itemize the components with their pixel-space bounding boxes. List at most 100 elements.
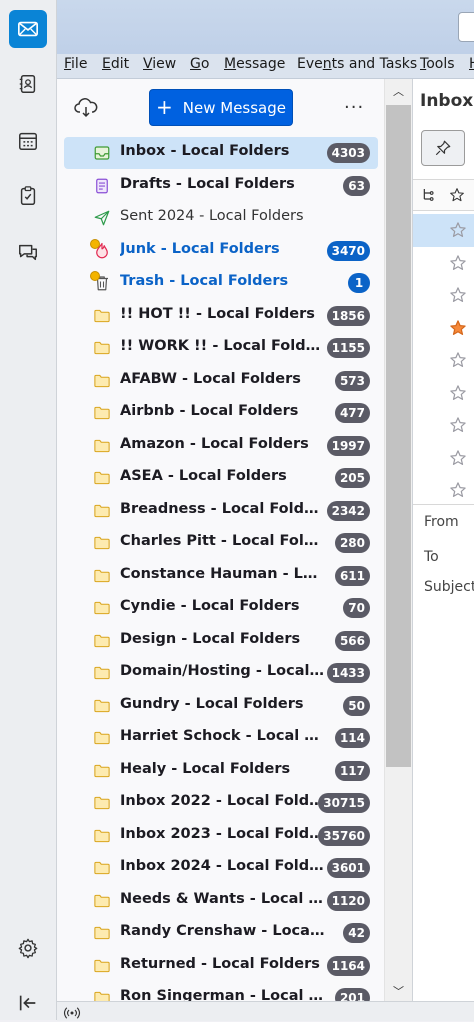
thread-row[interactable] — [413, 474, 474, 507]
folder-row[interactable]: Returned - Local Folders 1164 — [57, 950, 384, 983]
chat-button[interactable] — [9, 233, 47, 271]
sent-icon — [93, 209, 111, 227]
thread-row[interactable] — [413, 344, 474, 377]
folder-row[interactable]: Inbox - Local Folders 4303 — [57, 137, 384, 170]
search-box[interactable] — [458, 12, 474, 42]
folder-pane-menu-button[interactable]: ··· — [344, 97, 364, 118]
folder-row[interactable]: Domain/Hosting - Local Folders1433 — [57, 657, 384, 690]
menu-message[interactable]: Message — [224, 56, 285, 72]
folder-row[interactable]: AFABW - Local Folders 573 — [57, 365, 384, 398]
unread-count-badge: 1856 — [326, 305, 370, 326]
star-icon[interactable] — [449, 286, 467, 304]
thread-row[interactable] — [413, 214, 474, 247]
folder-icon — [93, 567, 111, 585]
folder-row[interactable]: Cyndie - Local Folders 70 — [57, 592, 384, 625]
scrollbar-thumb[interactable] — [386, 105, 411, 767]
address-book-button[interactable] — [9, 65, 47, 103]
folder-row[interactable]: Inbox 2023 - Local Folders 35760 — [57, 820, 384, 853]
folder-name: AFABW - Local Folders — [120, 370, 301, 387]
folder-name: Trash - Local Folders — [120, 273, 289, 289]
folder-row[interactable]: Gundry - Local Folders 50 — [57, 690, 384, 723]
folder-icon — [93, 632, 111, 650]
chat-icon — [19, 244, 37, 261]
menu-help[interactable]: H — [469, 56, 474, 72]
folder-icon — [93, 794, 111, 812]
folder-row[interactable]: Drafts - Local Folders 63 — [57, 170, 384, 203]
folder-pane-scrollbar[interactable]: ︿ ﹀ — [384, 79, 412, 1001]
menu-go[interactable]: Go — [190, 56, 209, 72]
thread-row[interactable] — [413, 279, 474, 312]
star-icon[interactable] — [449, 416, 467, 434]
folder-pane: + New Message ··· Inbox - Local Folders 4… — [57, 79, 384, 1001]
thread-pane: Inbox From To Subject — [412, 79, 474, 1001]
folder-row[interactable]: Inbox 2022 - Local Folders 30715 — [57, 787, 384, 820]
folder-row[interactable]: Healy - Local Folders 117 — [57, 755, 384, 788]
folder-row[interactable]: Needs & Wants - Local Folders1120 — [57, 885, 384, 918]
folder-row[interactable]: Randy Crenshaw - Local Folders 42 — [57, 917, 384, 950]
star-icon[interactable] — [449, 384, 467, 402]
folder-row[interactable]: ASEA - Local Folders 205 — [57, 462, 384, 495]
folder-icon — [93, 372, 111, 390]
thread-column-icon[interactable] — [421, 187, 437, 203]
folder-row[interactable]: Junk - Local Folders 3470 — [57, 235, 384, 268]
folder-row[interactable]: Inbox 2024 - Local Folders 3601 — [57, 852, 384, 885]
menu-events-and-tasks[interactable]: Events and Tasks — [297, 56, 417, 72]
star-icon[interactable] — [449, 481, 467, 499]
folder-name: Inbox 2023 - Local Folders — [120, 825, 325, 842]
folder-row[interactable]: Constance Hauman - Local Folders 611 — [57, 560, 384, 593]
scroll-down-icon[interactable]: ﹀ — [393, 983, 404, 999]
thread-row[interactable] — [413, 377, 474, 410]
tasks-icon — [20, 186, 36, 205]
unread-count-badge: 114 — [334, 728, 370, 748]
folder-icon — [93, 404, 111, 422]
star-column-icon[interactable] — [449, 187, 465, 203]
mail-space-button[interactable] — [9, 10, 47, 48]
thread-row[interactable] — [413, 312, 474, 345]
star-icon[interactable] — [449, 449, 467, 467]
folder-icon — [93, 957, 111, 975]
folder-row[interactable]: Harriet Schock - Local Folders 114 — [57, 722, 384, 755]
thread-row[interactable] — [413, 442, 474, 475]
get-messages-icon[interactable] — [74, 96, 98, 120]
star-icon[interactable] — [449, 351, 467, 369]
folder-row[interactable]: Design - Local Folders 566 — [57, 625, 384, 658]
tasks-button[interactable] — [9, 177, 47, 215]
folder-row[interactable]: Airbnb - Local Folders 477 — [57, 397, 384, 430]
folder-row[interactable]: Trash - Local Folders 1 — [57, 267, 384, 300]
unread-count-badge: 1164 — [326, 955, 370, 976]
folder-name: Randy Crenshaw - Local Folders — [120, 923, 325, 939]
menu-tools[interactable]: Tools — [420, 56, 455, 72]
header-to-label: To — [424, 549, 439, 565]
unread-count-badge: 50 — [343, 695, 370, 716]
folder-name: Gundry - Local Folders — [120, 695, 304, 712]
scroll-up-icon[interactable]: ︿ — [393, 83, 404, 99]
quick-filter-pin-button[interactable] — [421, 130, 465, 166]
folder-name: Ron Singerman - Local Folders — [120, 988, 325, 1001]
star-icon[interactable] — [449, 254, 467, 272]
star-icon[interactable] — [449, 319, 467, 337]
folder-row[interactable]: Sent 2024 - Local Folders — [57, 202, 384, 235]
online-status-icon[interactable] — [63, 1004, 81, 1019]
folder-row[interactable]: Charles Pitt - Local Folders 280 — [57, 527, 384, 560]
new-message-button[interactable]: + New Message — [149, 89, 293, 126]
folder-row[interactable]: !! WORK !! - Local Folders 1155 — [57, 332, 384, 365]
menu-edit[interactable]: Edit — [102, 56, 129, 72]
menu-view[interactable]: View — [143, 56, 176, 72]
folder-icon — [93, 599, 111, 617]
folder-icon — [93, 437, 111, 455]
star-icon[interactable] — [449, 221, 467, 239]
menu-file[interactable]: File — [64, 56, 87, 72]
unread-count-badge: 205 — [334, 468, 370, 488]
folder-row[interactable]: Ron Singerman - Local Folders 201 — [57, 982, 384, 1001]
folder-name: Cyndie - Local Folders — [120, 598, 300, 614]
collapse-spaces-button[interactable] — [9, 984, 47, 1022]
folder-row[interactable]: Breadness - Local Folders 2342 — [57, 495, 384, 528]
folder-row[interactable]: !! HOT !! - Local Folders 1856 — [57, 300, 384, 333]
folder-name: Junk - Local Folders — [120, 240, 280, 257]
folder-row[interactable]: Amazon - Local Folders 1997 — [57, 430, 384, 463]
folder-name: ASEA - Local Folders — [120, 468, 287, 484]
thread-row[interactable] — [413, 247, 474, 280]
settings-button[interactable] — [9, 929, 47, 967]
calendar-button[interactable] — [9, 122, 47, 160]
thread-row[interactable] — [413, 409, 474, 442]
